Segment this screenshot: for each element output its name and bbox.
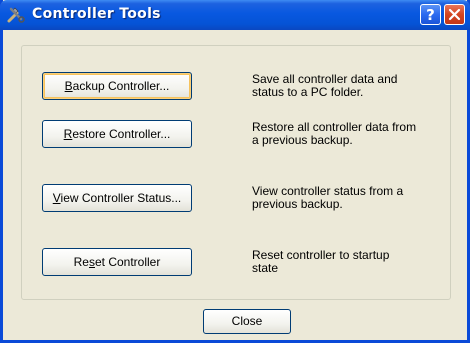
title-bar[interactable]: Controller Tools ?: [0, 0, 470, 30]
dialog-title: Controller Tools: [32, 6, 161, 22]
backup-controller-button[interactable]: Backup Controller...: [42, 72, 192, 100]
controller-tools-dialog: Controller Tools ? Backup Controller... …: [0, 0, 470, 343]
backup-description: Save all controller data and status to a…: [252, 72, 398, 99]
svg-text:?: ?: [426, 6, 435, 24]
reset-description: Reset controller to startup state: [252, 248, 390, 275]
close-icon: [448, 8, 461, 21]
view-controller-status-button[interactable]: View Controller Status...: [42, 184, 192, 212]
help-icon: ?: [426, 6, 435, 24]
view-status-description: View controller status from a previous b…: [252, 184, 404, 211]
reset-controller-button[interactable]: Reset Controller: [42, 248, 192, 276]
restore-controller-button[interactable]: Restore Controller...: [42, 120, 192, 148]
restore-description: Restore all controller data from a previ…: [252, 120, 417, 147]
close-window-button[interactable]: [444, 4, 465, 25]
close-button[interactable]: Close: [203, 309, 291, 334]
help-button[interactable]: ?: [420, 4, 441, 25]
tools-icon: [6, 5, 26, 25]
